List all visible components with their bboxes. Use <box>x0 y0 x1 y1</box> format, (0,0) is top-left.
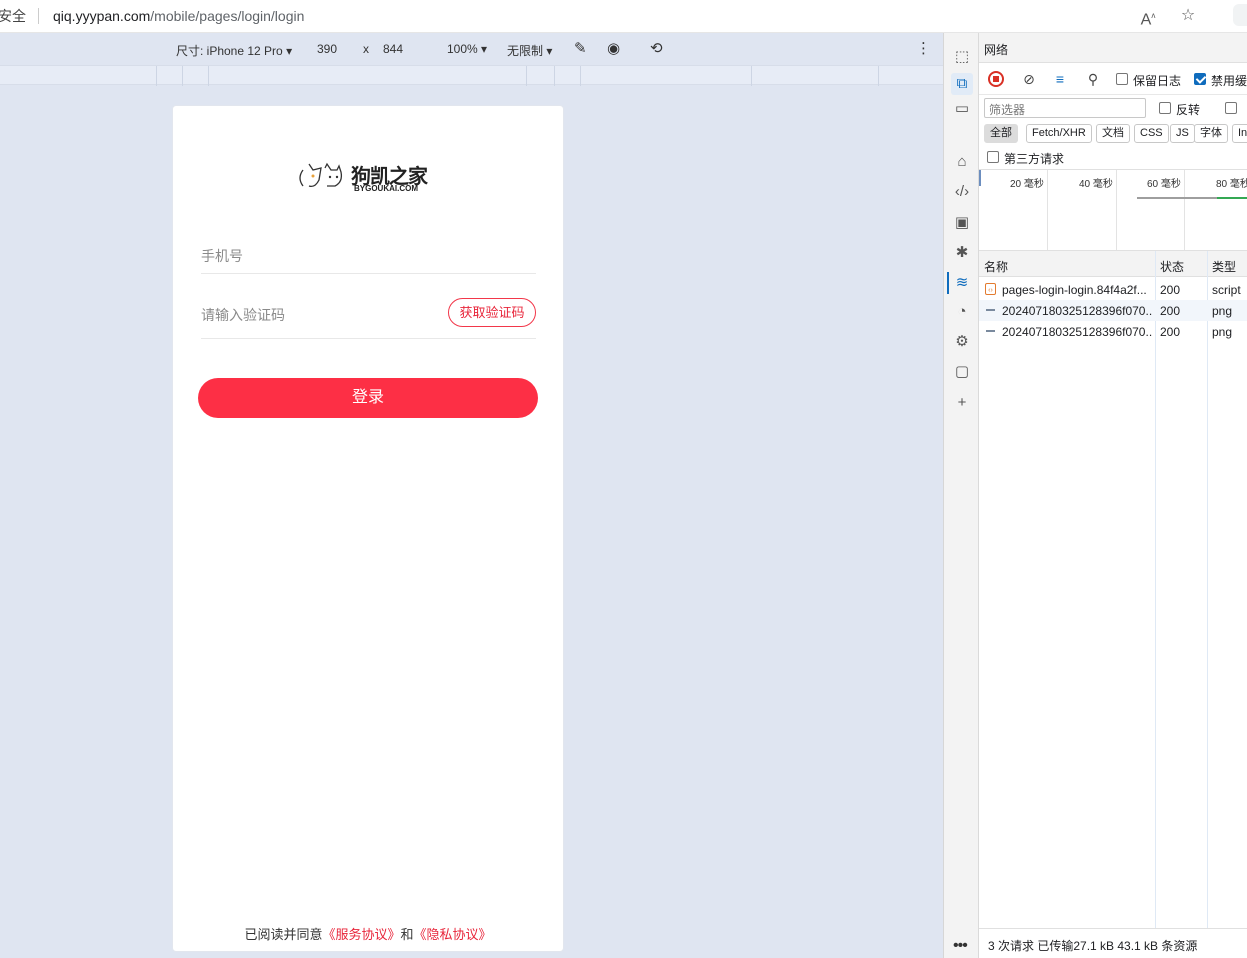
chip-doc[interactable]: 文档 <box>1096 124 1130 143</box>
bug-icon[interactable]: ✱ <box>951 242 973 264</box>
more-tools-icon[interactable]: ••• <box>953 937 968 955</box>
request-type: png <box>1212 325 1233 339</box>
chip-css[interactable]: CSS <box>1134 124 1169 143</box>
star-icon[interactable]: ☆ <box>1177 5 1199 27</box>
request-row[interactable]: 20240718032512839​6f070... 200 png <box>979 300 1247 321</box>
zoom-select[interactable]: 100% ▾ <box>447 42 487 56</box>
request-row[interactable]: ‹› pages-login-login.84f4a2f... 200 scri… <box>979 279 1247 300</box>
chip-img[interactable]: In <box>1232 124 1247 143</box>
code-input-placeholder: 请输入验证码 <box>201 307 285 323</box>
col-name[interactable]: 名称 <box>984 258 1008 275</box>
request-status: 200 <box>1160 283 1181 297</box>
filter-input[interactable]: 筛选器 <box>984 98 1146 118</box>
timeline-tick: 20 毫秒 <box>1010 179 1044 190</box>
request-type: script <box>1212 283 1241 297</box>
third-party-checkbox[interactable] <box>987 151 999 163</box>
console-icon[interactable]: ▣ <box>951 212 973 234</box>
record-stop-icon[interactable] <box>988 71 1004 87</box>
login-button[interactable]: 登录 <box>198 378 538 418</box>
svg-text:‹›: ‹› <box>988 287 993 294</box>
phone-field[interactable]: 手机号 <box>201 242 536 274</box>
url-host: qiq.yyypan.com <box>53 8 151 24</box>
performance-icon[interactable]: ◔ <box>951 301 973 323</box>
filter-settings-icon[interactable]: ≡ <box>1050 70 1070 88</box>
address-bar: 安全 qiq.yyypan.com/mobile/pages/login/log… <box>0 0 1247 33</box>
network-toolbar: ⊘ ≡ ⚲ 保留日志 禁用缓 <box>979 63 1247 95</box>
elements-icon[interactable]: ‹/› <box>951 181 973 203</box>
application-icon[interactable]: ▢ <box>951 361 973 383</box>
home-icon[interactable]: ⌂ <box>951 151 973 173</box>
image-file-icon <box>986 309 995 311</box>
more-options-icon[interactable]: ⋮ <box>916 39 931 57</box>
invert-label: 反转 <box>1176 103 1201 117</box>
address-divider <box>38 8 39 24</box>
get-code-button[interactable]: 获取验证码 <box>448 298 536 327</box>
col-type[interactable]: 类型 <box>1212 258 1236 275</box>
panel-title: 网络 <box>979 33 1247 63</box>
request-row[interactable]: 20240718032512839​6f070... 200 png <box>979 321 1247 342</box>
image-file-icon <box>986 330 995 332</box>
chip-js[interactable]: JS <box>1170 124 1195 143</box>
settings-gear-icon[interactable]: ⚙ <box>951 331 973 353</box>
device-select[interactable]: 尺寸: iPhone 12 Pro ▾ <box>176 42 292 59</box>
preserve-log-label: 保留日志 <box>1133 74 1182 88</box>
security-indicator[interactable]: 安全 <box>0 6 26 26</box>
window-icon[interactable]: ▭ <box>951 98 973 120</box>
url-path: /mobile/pages/login/login <box>150 8 305 24</box>
chip-all[interactable]: 全部 <box>984 124 1018 143</box>
preserve-log-checkbox[interactable] <box>1116 73 1128 85</box>
wifi-icon[interactable]: ≋ <box>951 272 973 294</box>
device-height-input[interactable]: 844 <box>383 42 403 56</box>
search-icon[interactable]: ⚲ <box>1083 70 1103 88</box>
media-query-ruler <box>0 65 943 86</box>
script-file-icon: ‹› <box>985 283 996 295</box>
devtools-sidebar: ⬚ ⧉ ▭ ⌂ ‹/› ▣ ✱ ≋ ◔ ⚙ ▢ + <box>943 33 979 958</box>
device-width-input[interactable]: 390 <box>317 42 337 56</box>
url-text[interactable]: qiq.yyypan.com/mobile/pages/login/login <box>53 8 304 24</box>
inspect-icon[interactable]: ⬚ <box>951 46 973 68</box>
read-aloud-icon[interactable]: Aʌ <box>1137 5 1159 28</box>
device-toolbar: 尺寸: iPhone 12 Pro ▾ 390 x 844 100% ▾ 无限制… <box>0 33 943 65</box>
code-field[interactable]: 请输入验证码 获取验证码 <box>201 298 536 339</box>
request-type: png <box>1212 304 1233 318</box>
hide-data-urls-checkbox[interactable] <box>1225 102 1237 114</box>
third-party-label: 第三方请求 <box>1004 152 1065 166</box>
device-toggle-icon[interactable]: ⧉ <box>951 73 973 95</box>
request-name: 20240718032512839​6f070... <box>1002 304 1152 318</box>
logo-subtitle: BYGOUKAI.COM <box>354 184 418 193</box>
phone-input-placeholder: 手机号 <box>201 248 243 264</box>
chip-font[interactable]: 字体 <box>1194 124 1228 143</box>
service-agreement-link[interactable]: 《服务协议》 <box>322 927 400 942</box>
disable-cache-label: 禁用缓 <box>1211 74 1247 88</box>
request-status: 200 <box>1160 325 1181 339</box>
agreement-and: 和 <box>400 927 414 942</box>
eyedropper-icon[interactable]: ✎ <box>574 39 587 57</box>
request-name: pages-login-login.84f4a2f... <box>1002 283 1147 297</box>
timeline-tick: 60 毫秒 <box>1147 179 1181 190</box>
invert-checkbox[interactable] <box>1159 102 1171 114</box>
agreement-prefix: 已阅读并同意 <box>244 927 323 942</box>
col-status[interactable]: 状态 <box>1160 258 1184 275</box>
throttle-select[interactable]: 无限制 ▾ <box>507 42 552 59</box>
active-panel-indicator <box>947 272 949 294</box>
vision-deficiency-icon[interactable]: ◉ <box>607 39 620 57</box>
disable-cache-checkbox[interactable] <box>1194 73 1206 85</box>
timeline-tick: 80 毫秒 <box>1216 179 1247 190</box>
chip-fetch-xhr[interactable]: Fetch/XHR <box>1026 124 1092 143</box>
agreement-text: 已阅读并同意《服务协议》和《隐私协议》 <box>173 924 563 943</box>
network-summary: 3 次请求 已传输27.1 kB 43.1 kB 条资源 <box>979 928 1247 958</box>
network-panel: 网络 ⊘ ≡ ⚲ 保留日志 禁用缓 筛选器 反转 全部 Fetch/XHR 文档… <box>979 33 1247 958</box>
request-status: 200 <box>1160 304 1181 318</box>
clear-icon[interactable]: ⊘ <box>1019 70 1039 88</box>
extension-icon[interactable] <box>1233 4 1247 26</box>
rotate-icon[interactable]: ⟲ <box>650 39 663 57</box>
request-name: 20240718032512839​6f070... <box>1002 325 1152 339</box>
phone-screen: 狗凯之家 BYGOUKAI.COM 手机号 请输入验证码 获取验证码 登录 已阅… <box>172 105 564 952</box>
network-overview-timeline[interactable]: 20 毫秒 40 毫秒 60 毫秒 80 毫秒 <box>979 169 1247 251</box>
add-tool-icon[interactable]: + <box>951 392 973 414</box>
privacy-agreement-link[interactable]: 《隐私协议》 <box>414 927 492 942</box>
device-viewport: 尺寸: iPhone 12 Pro ▾ 390 x 844 100% ▾ 无限制… <box>0 33 943 958</box>
dimension-separator: x <box>363 42 369 56</box>
timeline-tick: 40 毫秒 <box>1079 179 1113 190</box>
